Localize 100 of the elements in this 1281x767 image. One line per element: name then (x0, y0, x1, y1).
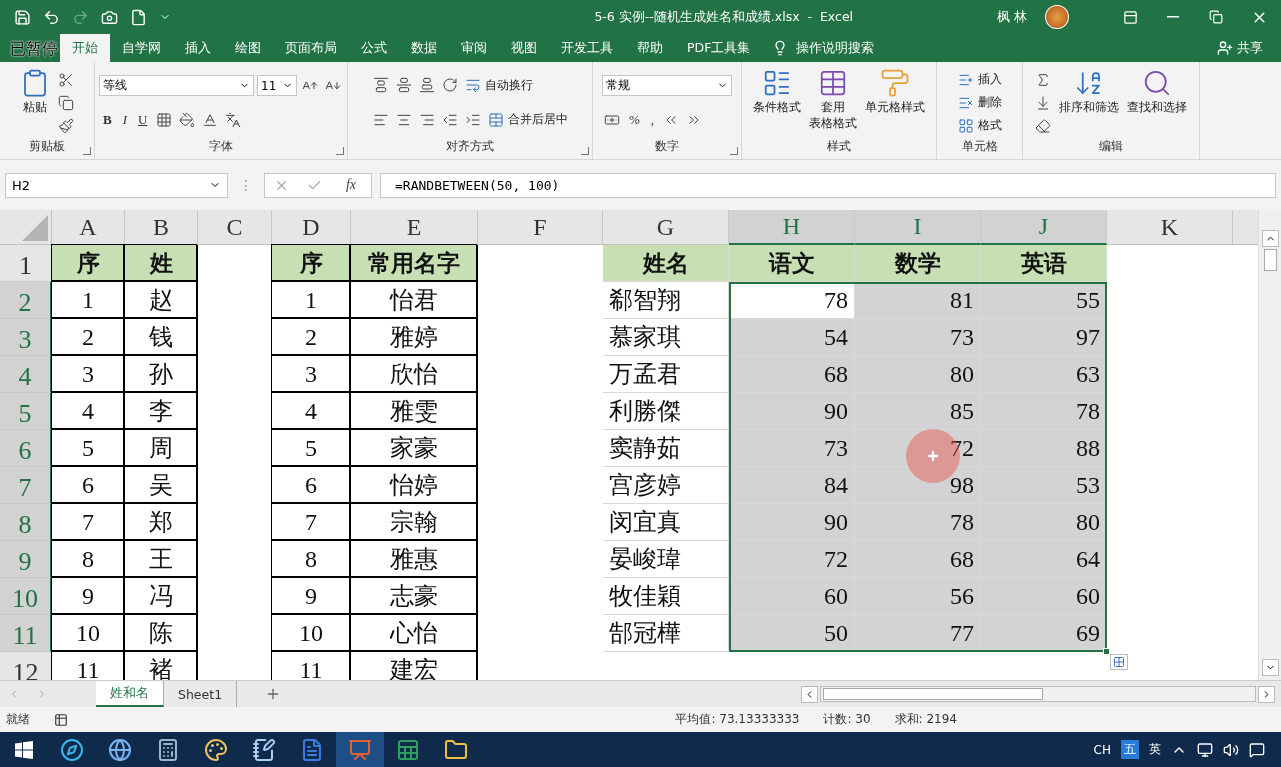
sheet-cell: 怡君 (351, 282, 478, 319)
ime-indicator[interactable]: 五 (1121, 740, 1139, 759)
ribbon-button[interactable]: 删除 (955, 92, 1004, 113)
sheet-cell: 语文 (729, 245, 855, 282)
avatar[interactable] (1045, 5, 1069, 29)
column-header[interactable]: E (351, 210, 478, 245)
insert-function-button[interactable]: fx (339, 176, 362, 194)
quick-analysis-button[interactable] (1110, 654, 1128, 670)
user-icon (1217, 40, 1233, 56)
ribbon-tab[interactable]: 绘图 (223, 34, 273, 62)
undo-button[interactable] (43, 8, 60, 26)
fill-handle[interactable] (1103, 648, 1110, 655)
font-color-icon (202, 112, 219, 128)
scroll-thumb[interactable] (1263, 249, 1277, 271)
formula-field[interactable]: =RANDBETWEEN(50, 100) (380, 172, 1276, 198)
row-header[interactable]: 6 (0, 430, 52, 467)
dialog-launcher-icon[interactable] (730, 147, 738, 155)
format-button[interactable]: U (134, 110, 152, 130)
borders-icon (156, 112, 173, 128)
sheet-cell: 雅婷 (351, 319, 478, 356)
notification-icon[interactable] (1249, 741, 1265, 758)
share-button[interactable]: 共享 (1211, 34, 1269, 62)
column-header[interactable]: D (272, 210, 351, 245)
dropdown-field[interactable]: 常规 (602, 75, 732, 96)
format-button[interactable]: B (99, 110, 116, 130)
sheet-cell: 9 (272, 578, 351, 615)
row-header[interactable]: 5 (0, 393, 52, 430)
column-header[interactable]: C (198, 210, 272, 245)
column-header[interactable]: K (1107, 210, 1233, 245)
column-header[interactable]: A (52, 210, 125, 245)
ribbon-tab[interactable]: 自学网 (110, 34, 173, 62)
column-header[interactable]: H (729, 210, 855, 245)
palette-icon (204, 737, 228, 762)
ribbon-button[interactable]: 合并后居中 (485, 109, 570, 130)
paintbrush-icon (58, 117, 74, 134)
camera-button[interactable] (101, 8, 118, 26)
format-button[interactable]: , (646, 110, 659, 130)
ribbon-tab[interactable]: 开发工具 (549, 34, 625, 62)
row-header[interactable]: 1 (0, 245, 52, 282)
format-button[interactable]: I (118, 110, 131, 130)
dialog-launcher-icon[interactable] (581, 147, 589, 155)
network-icon[interactable] (1197, 741, 1213, 758)
column-header[interactable]: G (603, 210, 729, 245)
input-mode-indicator[interactable]: 英 (1149, 741, 1161, 758)
save-button[interactable] (14, 8, 31, 26)
row-header[interactable]: 7 (0, 467, 52, 504)
ribbon-tab[interactable]: PDF工具集 (675, 34, 763, 62)
ribbon-button[interactable]: 粘贴 (18, 66, 52, 139)
ribbon-tab[interactable]: 帮助 (625, 34, 675, 62)
ribbon-tab[interactable]: 公式 (349, 34, 399, 62)
new-file-button[interactable] (130, 8, 147, 26)
ribbon-tab[interactable]: 审阅 (449, 34, 499, 62)
sheet-cell: 60 (981, 578, 1107, 615)
column-header[interactable]: J (981, 210, 1107, 245)
row-header[interactable]: 2 (0, 282, 52, 319)
row-header[interactable]: 4 (0, 356, 52, 393)
row-header[interactable]: 8 (0, 504, 52, 541)
sheet-cell: 孙 (125, 356, 198, 393)
row-header[interactable]: 11 (0, 615, 52, 652)
volume-icon[interactable] (1223, 741, 1239, 758)
column-header[interactable]: F (478, 210, 603, 245)
ribbon-button[interactable]: 查找和选择 (1125, 66, 1189, 139)
tell-me-search[interactable]: 操作说明搜索 (796, 39, 875, 57)
ribbon-tab[interactable]: 数据 (399, 34, 449, 62)
sheet-cell: 慕家琪 (603, 319, 729, 356)
row-header[interactable]: 9 (0, 541, 52, 578)
sigma-icon (1035, 71, 1051, 88)
ribbon-tab[interactable]: 开始 (60, 34, 110, 62)
row-header[interactable]: 10 (0, 578, 52, 615)
language-indicator[interactable]: CH (1093, 742, 1111, 757)
ribbon-button[interactable]: 排序和筛选 (1057, 66, 1121, 139)
sheet-cell: 雅惠 (351, 541, 478, 578)
sheet-cell: 晏峻瑋 (603, 541, 729, 578)
ribbon-tab[interactable]: 页面布局 (273, 34, 349, 62)
format-button[interactable]: % (625, 110, 644, 130)
ribbon-button[interactable]: 格式 (955, 115, 1004, 136)
sheet-cell: 78 (855, 504, 981, 541)
scroll-thumb[interactable] (823, 688, 1043, 700)
row-header[interactable]: 3 (0, 319, 52, 356)
sheet-cell: 家豪 (351, 430, 478, 467)
ribbon-button[interactable]: 插入 (955, 69, 1004, 90)
dropdown-field[interactable]: 等线 (99, 75, 254, 96)
ribbon-button[interactable]: 自动换行 (462, 75, 535, 96)
ribbon-button[interactable]: 条件格式 (751, 66, 803, 139)
ribbon-button[interactable]: 套用 表格格式 (807, 66, 859, 139)
macro-record-icon[interactable] (54, 712, 68, 727)
column-header[interactable]: I (855, 210, 981, 245)
sheet-cell: 4 (52, 393, 125, 430)
average-stat: 平均值: 73.13333333 (675, 711, 800, 728)
ribbon-button[interactable]: 单元格样式 (863, 66, 927, 139)
sheet-cell: 72 (855, 430, 981, 467)
ribbon-tab[interactable]: 插入 (173, 34, 223, 62)
ribbon-tab[interactable]: 视图 (499, 34, 549, 62)
eraser-icon (1035, 117, 1051, 134)
dialog-launcher-icon[interactable] (336, 147, 344, 155)
name-box[interactable]: H2 (5, 172, 228, 198)
column-header[interactable]: B (125, 210, 198, 245)
dialog-launcher-icon[interactable] (83, 147, 91, 155)
dropdown-field[interactable]: 11 (257, 75, 297, 96)
sheet-tab[interactable]: 姓和名 (96, 681, 164, 707)
